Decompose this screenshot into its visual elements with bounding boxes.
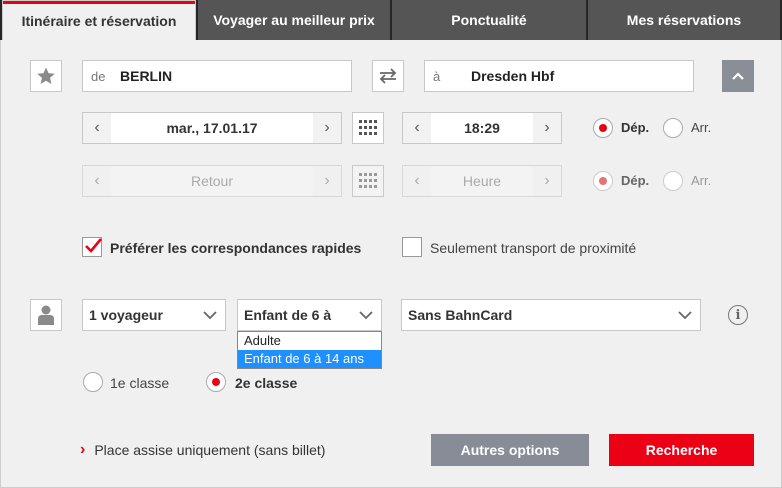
time-later-button[interactable]: ›	[533, 113, 561, 143]
traveller-profile-button[interactable]	[30, 299, 62, 331]
tab-punctuality[interactable]: Ponctualité	[392, 0, 586, 40]
second-class-label: 2e classe	[235, 375, 298, 391]
local-transport-label: Seulement transport de proximité	[430, 240, 637, 256]
return-time-value[interactable]: Heure	[431, 166, 533, 196]
tab-itinerary[interactable]: Itinéraire et réservation	[2, 0, 196, 41]
chevron-right-icon: ›	[544, 119, 550, 136]
tab-label: Itinéraire et réservation	[21, 13, 177, 29]
outbound-time-value[interactable]: 18:29	[431, 113, 533, 143]
outbound-time-stepper: ‹ 18:29 ›	[402, 112, 562, 144]
from-value: BERLIN	[120, 68, 173, 84]
return-date-value[interactable]: Retour	[111, 166, 313, 196]
first-class-radio[interactable]	[83, 372, 103, 392]
fast-connections-label: Préférer les correspondances rapides	[110, 240, 362, 256]
tab-label: Voyager au meilleur prix	[213, 12, 375, 28]
chevron-right-icon: ›	[80, 441, 86, 458]
age-option-adult[interactable]: Adulte	[238, 332, 381, 350]
tab-label: Ponctualité	[451, 12, 527, 28]
traveller-count-select[interactable]: 1 voyageur	[82, 299, 226, 331]
bahncard-value: Sans BahnCard	[408, 307, 513, 323]
return-departure-label: Dép.	[621, 173, 650, 188]
local-transport-checkbox[interactable]	[402, 237, 422, 257]
return-time-stepper: ‹ Heure ›	[402, 165, 562, 197]
to-field[interactable]: à Dresden Hbf	[424, 60, 694, 92]
chevron-down-icon	[203, 311, 217, 319]
calendar-icon	[359, 173, 377, 188]
traveller-age-dropdown: Adulte Enfant de 6 à 14 ans	[237, 331, 382, 369]
swap-icon	[379, 68, 397, 84]
tab-label: Mes réservations	[626, 12, 742, 28]
chevron-left-icon: ‹	[414, 172, 420, 189]
chevron-right-icon: ›	[324, 172, 330, 189]
more-options-label: Autres options	[460, 442, 560, 458]
chevron-right-icon: ›	[324, 119, 330, 136]
search-label: Recherche	[645, 442, 718, 458]
fast-connections-checkbox[interactable]	[82, 237, 102, 257]
star-icon	[37, 67, 55, 84]
chevron-left-icon: ‹	[94, 119, 100, 136]
to-value: Dresden Hbf	[471, 68, 555, 84]
return-prev-day-button[interactable]: ‹	[83, 166, 111, 196]
checkmark-icon	[85, 238, 102, 253]
return-calendar-button[interactable]	[352, 165, 384, 197]
return-next-day-button[interactable]: ›	[313, 166, 341, 196]
search-button[interactable]: Recherche	[609, 434, 754, 466]
return-time-later-button[interactable]: ›	[533, 166, 561, 196]
seat-only-label: Place assise uniquement (sans billet)	[94, 442, 326, 458]
chevron-down-icon	[678, 311, 692, 319]
outbound-calendar-button[interactable]	[352, 112, 384, 144]
age-option-label: Adulte	[244, 333, 281, 348]
time-earlier-button[interactable]: ‹	[403, 113, 431, 143]
favorites-button[interactable]	[30, 60, 62, 92]
calendar-icon	[359, 120, 377, 135]
prev-day-button[interactable]: ‹	[83, 113, 111, 143]
tab-bar: Itinéraire et réservation Voyager au mei…	[0, 0, 782, 41]
age-option-child[interactable]: Enfant de 6 à 14 ans	[238, 350, 381, 368]
from-field[interactable]: de BERLIN	[82, 60, 352, 92]
more-options-button[interactable]: Autres options	[431, 434, 589, 466]
outbound-date-stepper: ‹ mar., 17.01.17 ›	[82, 112, 342, 144]
booking-panel	[0, 40, 782, 488]
outbound-departure-label: Dép.	[621, 120, 650, 135]
seat-only-link[interactable]: › Place assise uniquement (sans billet)	[80, 441, 326, 459]
return-date-stepper: ‹ Retour ›	[82, 165, 342, 197]
age-option-label: Enfant de 6 à 14 ans	[244, 351, 364, 366]
return-departure-radio[interactable]	[593, 171, 613, 191]
traveller-count-value: 1 voyageur	[89, 307, 163, 323]
return-arrival-radio[interactable]	[663, 171, 683, 191]
swap-stations-button[interactable]	[372, 60, 404, 92]
chevron-down-icon	[359, 311, 373, 319]
tab-my-bookings[interactable]: Mes réservations	[588, 0, 780, 40]
tab-best-price[interactable]: Voyager au meilleur prix	[198, 0, 390, 40]
traveller-age-select[interactable]: Enfant de 6 à	[237, 299, 382, 331]
collapse-button[interactable]	[722, 60, 754, 92]
traveller-age-value: Enfant de 6 à	[244, 307, 332, 323]
chevron-up-icon	[732, 72, 744, 80]
outbound-arrival-radio[interactable]	[663, 118, 683, 138]
info-icon[interactable]: i	[728, 305, 748, 325]
chevron-left-icon: ‹	[94, 172, 100, 189]
return-arrival-label: Arr.	[691, 173, 712, 188]
outbound-date-value[interactable]: mar., 17.01.17	[111, 113, 313, 143]
bahncard-select[interactable]: Sans BahnCard	[401, 299, 701, 331]
from-label: de	[91, 68, 106, 84]
person-icon	[38, 305, 54, 325]
chevron-right-icon: ›	[544, 172, 550, 189]
return-time-earlier-button[interactable]: ‹	[403, 166, 431, 196]
outbound-departure-radio[interactable]	[593, 118, 613, 138]
outbound-arrival-label: Arr.	[691, 120, 712, 135]
next-day-button[interactable]: ›	[313, 113, 341, 143]
to-label: à	[433, 68, 441, 84]
second-class-radio[interactable]	[206, 372, 226, 392]
first-class-label: 1e classe	[110, 375, 170, 391]
chevron-left-icon: ‹	[414, 119, 420, 136]
